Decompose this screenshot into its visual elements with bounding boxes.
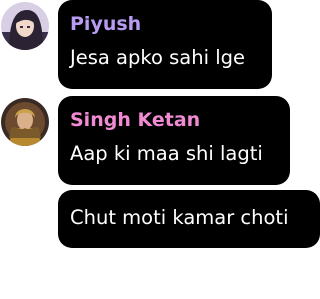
message-text: Aap ki maa shi lagti xyxy=(70,142,263,165)
message-bubble[interactable]: Singh Ketan Aap ki maa shi lagti xyxy=(58,96,290,185)
anime-girl-avatar-icon xyxy=(1,2,49,50)
message-author[interactable]: Piyush xyxy=(70,12,141,36)
message-bubble[interactable]: Chut moti kamar choti xyxy=(58,190,320,248)
avatar-piyush[interactable] xyxy=(1,2,49,50)
message-text: Jesa apko sahi lge xyxy=(70,46,245,69)
message-bubble[interactable]: Piyush Jesa apko sahi lge xyxy=(58,0,272,89)
message-author[interactable]: Singh Ketan xyxy=(70,108,200,132)
message-text: Chut moti kamar choti xyxy=(70,206,289,229)
anime-warrior-avatar-icon xyxy=(1,98,49,146)
avatar-singh-ketan[interactable] xyxy=(1,98,49,146)
